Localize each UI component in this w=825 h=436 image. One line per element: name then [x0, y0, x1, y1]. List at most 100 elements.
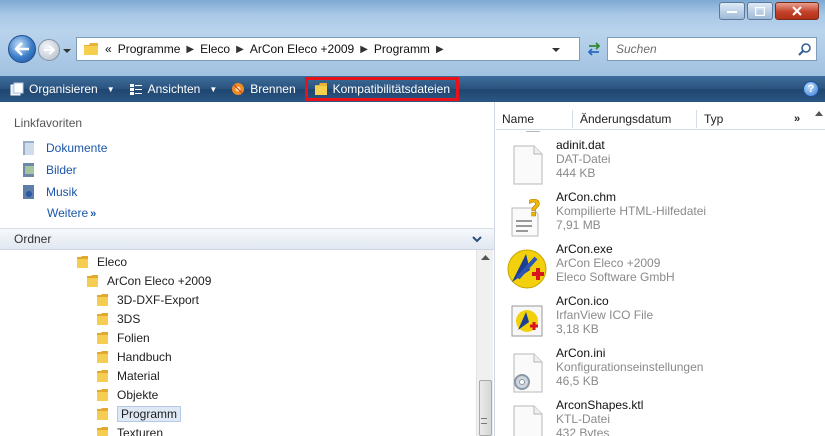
tree-item-label: Programm: [117, 405, 182, 422]
favorite-documents[interactable]: Dokumente: [22, 140, 107, 156]
navigation-pane: Linkfavoriten Dokumente Bilder Musik Wei…: [0, 102, 495, 436]
favorite-pictures[interactable]: Bilder: [22, 162, 77, 178]
forward-button[interactable]: [38, 39, 60, 61]
back-button[interactable]: [8, 35, 36, 63]
folder-icon: [77, 255, 88, 268]
scroll-up-icon[interactable]: [813, 108, 825, 436]
file-item[interactable]: ArCon.ico IrfanView ICO File 3,18 KB: [496, 294, 825, 346]
tree-item-folien[interactable]: Folien: [96, 328, 150, 347]
tree-item-label: 3DS: [117, 311, 141, 326]
favorite-music[interactable]: Musik: [22, 184, 77, 200]
views-button[interactable]: Ansichten ▼: [129, 82, 217, 96]
settings-file-icon: [506, 352, 548, 394]
file-item[interactable]: ArconShapes.ktl KTL-Datei 432 Bytes: [496, 398, 825, 436]
column-type[interactable]: Typ: [704, 112, 723, 126]
crumb-arcon[interactable]: ArCon Eleco +2009: [250, 42, 354, 56]
crumb-separator-icon[interactable]: ▶: [360, 44, 368, 55]
organize-button[interactable]: Organisieren ▼: [10, 82, 115, 96]
crumb-separator-icon[interactable]: ▶: [186, 44, 194, 55]
title-bar: « Programme ▶ Eleco ▶ ArCon Eleco +2009 …: [0, 0, 825, 80]
folder-icon: [97, 407, 108, 420]
column-name[interactable]: Name: [502, 112, 534, 126]
file-details: ArCon.ico IrfanView ICO File 3,18 KB: [556, 294, 653, 336]
crumb-eleco[interactable]: Eleco: [200, 42, 230, 56]
tree-scrollbar[interactable]: [476, 250, 493, 436]
tree-item-label: Eleco: [97, 254, 128, 269]
column-date-modified[interactable]: Änderungsdatum: [580, 112, 671, 126]
tree-item-eleco[interactable]: Eleco: [76, 252, 127, 271]
help-button[interactable]: ?: [803, 81, 819, 97]
file-item[interactable]: adinit.dat DAT-Datei 444 KB: [496, 138, 825, 190]
address-overflow[interactable]: «: [105, 42, 112, 56]
crumb-separator-icon[interactable]: ▶: [436, 44, 444, 55]
chevron-down-icon: ▼: [106, 84, 115, 94]
search-input[interactable]: Suchen: [607, 37, 817, 61]
file-details: ArCon.exe ArCon Eleco +2009 Eleco Software…: [556, 242, 675, 284]
compatibility-files-button[interactable]: Kompatibilitätsdateien: [304, 77, 460, 101]
file-size: 444 KB: [556, 166, 596, 180]
file-item[interactable]: ArCon.ini Konfigurationseinstellungen 46,5…: [496, 346, 825, 398]
tree-item-objekte[interactable]: Objekte: [96, 385, 158, 404]
chevron-down-icon[interactable]: [472, 234, 482, 244]
arrow-right-icon: [44, 45, 55, 55]
arcon-ico-icon: [506, 300, 548, 342]
crumb-separator-icon[interactable]: ▶: [236, 44, 244, 55]
folders-header[interactable]: Ordner: [0, 228, 494, 250]
file-name: ArCon.ico: [556, 294, 609, 308]
minimize-button[interactable]: [719, 2, 745, 20]
tree-item-texturen[interactable]: Texturen: [96, 423, 163, 436]
tree-item-label: ArCon Eleco +2009: [107, 273, 212, 288]
file-item[interactable]: ArCon.exe ArCon Eleco +2009 Eleco Software…: [496, 242, 825, 294]
tree-item-3d-dxf-export[interactable]: 3D-DXF-Export: [96, 290, 199, 309]
file-name: ArCon.chm: [556, 190, 617, 204]
refresh-button[interactable]: [583, 37, 605, 61]
file-details: ArCon.chm Kompilierte HTML-Hilfedatei 7,91…: [556, 190, 706, 232]
recent-pages-dropdown[interactable]: [62, 46, 72, 56]
organize-icon: [10, 82, 24, 96]
maximize-button[interactable]: [747, 2, 773, 20]
more-columns-icon[interactable]: »: [794, 113, 800, 125]
file-details: adinit.dat DAT-Datei 444 KB: [556, 138, 610, 180]
tree-item-3ds[interactable]: 3DS: [96, 309, 140, 328]
file-name: ArconShapes.ktl: [556, 398, 644, 412]
file-size: 46,5 KB: [556, 374, 599, 388]
compatibility-files-label: Kompatibilitätsdateien: [332, 82, 451, 96]
folder-icon: [84, 43, 98, 55]
file-details: ArconShapes.ktl KTL-Datei 432 Bytes: [556, 398, 643, 436]
arrow-left-icon: [14, 42, 29, 56]
tree-item-arcon-eleco-2009[interactable]: ArCon Eleco +2009: [86, 271, 211, 290]
documents-icon: [23, 141, 34, 155]
crumb-programme[interactable]: Programme: [118, 42, 181, 56]
views-icon: [129, 84, 142, 95]
search-icon[interactable]: [798, 42, 812, 56]
tree-item-label: Texturen: [117, 425, 164, 436]
scroll-up-icon[interactable]: [481, 254, 490, 260]
organize-label: Organisieren: [29, 82, 98, 96]
column-divider[interactable]: [696, 110, 697, 128]
file-item[interactable]: ? ArCon.chm Kompilierte HTML-Hilfedatei 7,9…: [496, 190, 825, 242]
tree-item-handbuch[interactable]: Handbuch: [96, 347, 172, 366]
file-size: Eleco Software GmbH: [556, 270, 675, 284]
file-size: 3,18 KB: [556, 322, 599, 336]
file-type: DAT-Datei: [556, 152, 611, 166]
blank-file-icon: [506, 404, 548, 436]
scrollbar-grip: [481, 418, 487, 424]
help-file-icon: ?: [506, 196, 548, 238]
tree-item-programm[interactable]: Programm: [96, 404, 182, 423]
burn-button[interactable]: Brennen: [231, 82, 296, 96]
scrollbar-thumb[interactable]: [479, 380, 492, 436]
tree-item-label: Objekte: [117, 387, 159, 402]
close-button[interactable]: [775, 2, 819, 20]
tree-item-material[interactable]: Material: [96, 366, 160, 385]
more-favorites-link[interactable]: Weitere»: [47, 206, 96, 220]
address-dropdown-icon[interactable]: [551, 45, 561, 55]
column-divider[interactable]: [572, 110, 573, 128]
file-type: IrfanView ICO File: [556, 308, 654, 322]
file-details: ArCon.ini Konfigurationseinstellungen 46,5…: [556, 346, 703, 388]
music-icon: [23, 185, 34, 199]
burn-label: Brennen: [250, 82, 296, 96]
address-bar[interactable]: « Programme ▶ Eleco ▶ ArCon Eleco +2009 …: [76, 37, 580, 61]
command-bar: Organisieren ▼ Ansichten ▼ Brennen Kompa…: [0, 76, 825, 102]
crumb-programm[interactable]: Programm: [374, 42, 430, 56]
file-type: Konfigurationseinstellungen: [556, 360, 704, 374]
